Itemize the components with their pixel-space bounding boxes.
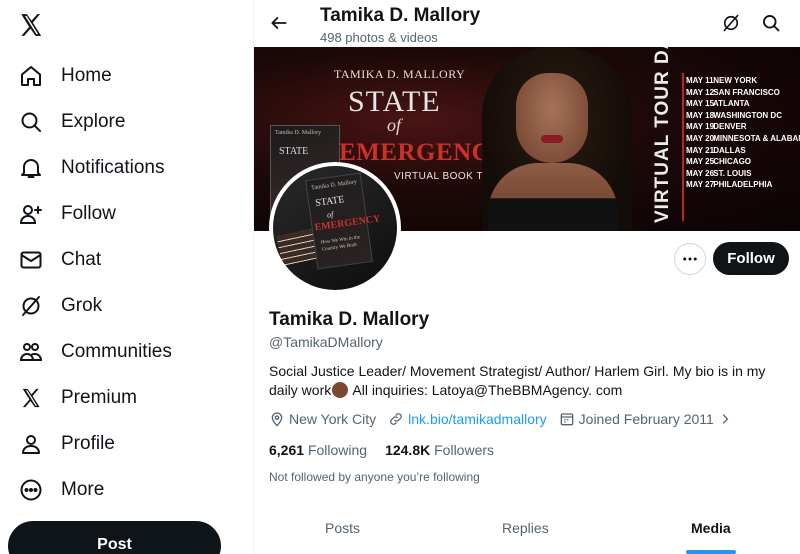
banner-divider [682,73,684,221]
post-button[interactable]: Post [8,521,221,554]
sidebar-item-grok[interactable]: Grok [18,286,102,326]
tour-date-row: MAY 15 ATLANTA [686,99,750,109]
grok-icon[interactable] [720,12,742,34]
tour-date-row: MAY 12 SAN FRANCISCO [686,87,780,97]
sidebar-item-chat[interactable]: Chat [18,240,101,280]
profile-header-bar: Tamika D. Mallory 498 photos & videos [254,0,800,47]
banner-tour-list: MAY 11 NEW YORK MAY 12 SAN FRANCISCO MAY… [686,75,800,191]
banner-portrait-body [488,163,618,231]
sidebar-item-label: Profile [61,433,115,454]
profile-joined[interactable]: Joined February 2011 [559,411,737,427]
avatar-image: Tamika D. Mallory STATE of EMERGENCY How… [273,166,397,290]
tour-date-row: MAY 25 CHICAGO [686,157,752,167]
link-icon [388,411,404,427]
sidebar-item-home[interactable]: Home [18,56,112,96]
avatar[interactable]: Tamika D. Mallory STATE of EMERGENCY How… [269,162,401,294]
x-logo-icon [18,385,44,411]
search-icon [18,109,44,135]
avatar-book-cover: Tamika D. Mallory STATE of EMERGENCY How… [305,172,381,270]
sidebar-item-label: Explore [61,111,126,132]
sidebar-item-label: Notifications [61,157,165,178]
tab-media[interactable]: Media [691,520,731,536]
sidebar-item-notifications[interactable]: Notifications [18,148,165,188]
tour-date-row: MAY 11 NEW YORK [686,76,758,85]
sidebar-item-explore[interactable]: Explore [18,102,125,142]
location-pin-icon [269,411,285,427]
tour-date-row: MAY 19 DENVER [686,122,747,132]
followers-count[interactable]: 124.8K Followers [385,442,494,458]
banner-portrait-face [516,73,588,163]
envelope-icon [18,247,44,273]
add-person-icon [18,201,44,227]
search-icon[interactable] [760,12,782,34]
sidebar-item-label: Premium [61,387,138,408]
back-arrow-icon[interactable] [266,10,292,36]
sidebar-item-follow[interactable]: Follow [18,194,116,234]
banner-title-state: STATE [348,85,441,118]
sidebar-item-label: Grok [61,295,103,316]
active-tab-indicator [686,550,736,554]
profile-bio: Social Justice Leader/ Movement Strategi… [269,363,766,398]
sidebar-item-label: More [61,479,105,500]
grok-icon [18,293,44,319]
tour-date-row: MAY 20 MINNESOTA & ALABAMA [686,133,800,143]
banner-title-of: of [387,115,402,135]
x-logo-icon[interactable] [18,12,46,40]
more-dots-icon [683,257,697,261]
banner-author: TAMIKA D. MALLORY [334,67,466,81]
home-icon [18,63,44,89]
profile-name: Tamika D. Mallory [269,309,430,330]
profile-tabs: Posts Replies Media [254,506,800,554]
tour-date-row: MAY 27 PHILADELPHIA [686,180,773,190]
sidebar-item-communities[interactable]: Communities [18,332,172,372]
profile-meta: New York City lnk.bio/tamikadmallory Joi… [269,409,749,429]
profile-column: Tamika D. Mallory 498 photos & videos Ta… [253,0,800,554]
profile-handle: @TamikaDMallory [269,334,383,350]
banner-portrait-lips [541,135,563,143]
profile-stats: 6,261 Following 124.8K Followers [269,442,512,458]
more-circle-icon [18,477,44,503]
raised-fist-emoji-icon [332,382,349,398]
person-icon [18,431,44,457]
follow-button[interactable]: Follow [713,242,789,275]
banner-tour-heading: VIRTUAL TOUR DATES [652,47,673,223]
sidebar-item-premium[interactable]: Premium [18,378,137,418]
followed-by-note: Not followed by anyone you’re following [269,470,480,484]
chevron-right-icon [717,411,733,427]
profile-link[interactable]: lnk.bio/tamikadmallory [388,411,547,427]
calendar-icon [559,411,575,427]
page-title: Tamika D. Mallory [320,5,481,26]
sidebar-item-profile[interactable]: Profile [18,424,115,464]
media-count: 498 photos & videos [320,30,438,45]
following-count[interactable]: 6,261 Following [269,442,367,458]
more-options-button[interactable] [674,243,706,275]
tour-date-row: MAY 26 ST. LOUIS [686,168,752,178]
profile-location: New York City [269,411,376,427]
sidebar-item-label: Communities [61,341,172,362]
communities-icon [18,339,44,365]
bell-icon [18,155,44,181]
sidebar-item-label: Follow [61,203,116,224]
sidebar-item-label: Chat [61,249,102,270]
tour-date-row: MAY 21 DALLAS [686,145,746,155]
tab-posts[interactable]: Posts [325,520,360,536]
tab-replies[interactable]: Replies [502,520,549,536]
sidebar-item-label: Home [61,65,112,86]
sidebar: Home Explore Notifications Follow Chat G… [0,0,254,554]
tour-date-row: MAY 18 WASHINGTON DC [686,110,782,120]
sidebar-item-more[interactable]: More [18,470,104,510]
